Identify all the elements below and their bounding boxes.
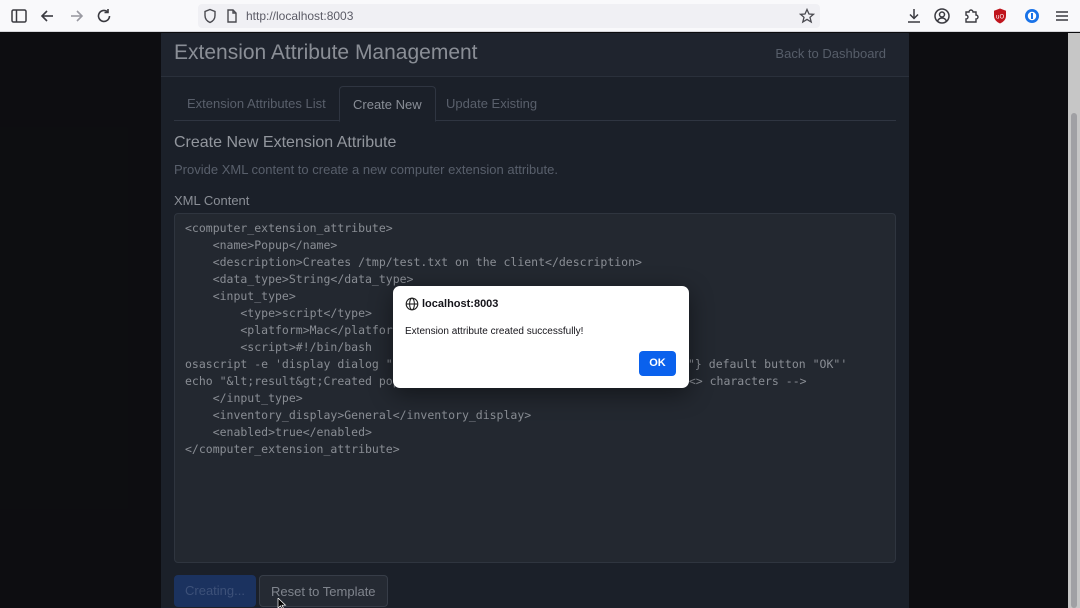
globe-icon [405,297,419,311]
page-icon [223,7,241,25]
alert-dialog: localhost:8003 Extension attribute creat… [393,286,689,388]
mouse-cursor-icon [277,598,287,608]
back-icon[interactable] [38,6,58,26]
password-manager-icon[interactable] [1022,6,1042,26]
bookmark-star-icon[interactable] [798,7,816,25]
menu-icon[interactable] [1052,6,1072,26]
svg-text:uO: uO [996,14,1005,21]
dialog-ok-button[interactable]: OK [639,351,676,376]
dialog-origin: localhost:8003 [422,298,499,310]
url-bar[interactable]: http://localhost:8003 [198,4,820,28]
reload-icon[interactable] [94,6,114,26]
account-icon[interactable] [932,6,952,26]
url-text[interactable]: http://localhost:8003 [246,9,353,23]
download-icon[interactable] [904,6,924,26]
sidebar-icon[interactable] [9,6,29,26]
ublock-icon[interactable]: uO [990,6,1010,26]
browser-toolbar: http://localhost:8003 uO [0,0,1080,32]
forward-icon[interactable] [66,6,86,26]
dialog-message: Extension attribute created successfully… [405,326,584,337]
extensions-icon[interactable] [961,6,981,26]
shield-icon[interactable] [201,7,219,25]
